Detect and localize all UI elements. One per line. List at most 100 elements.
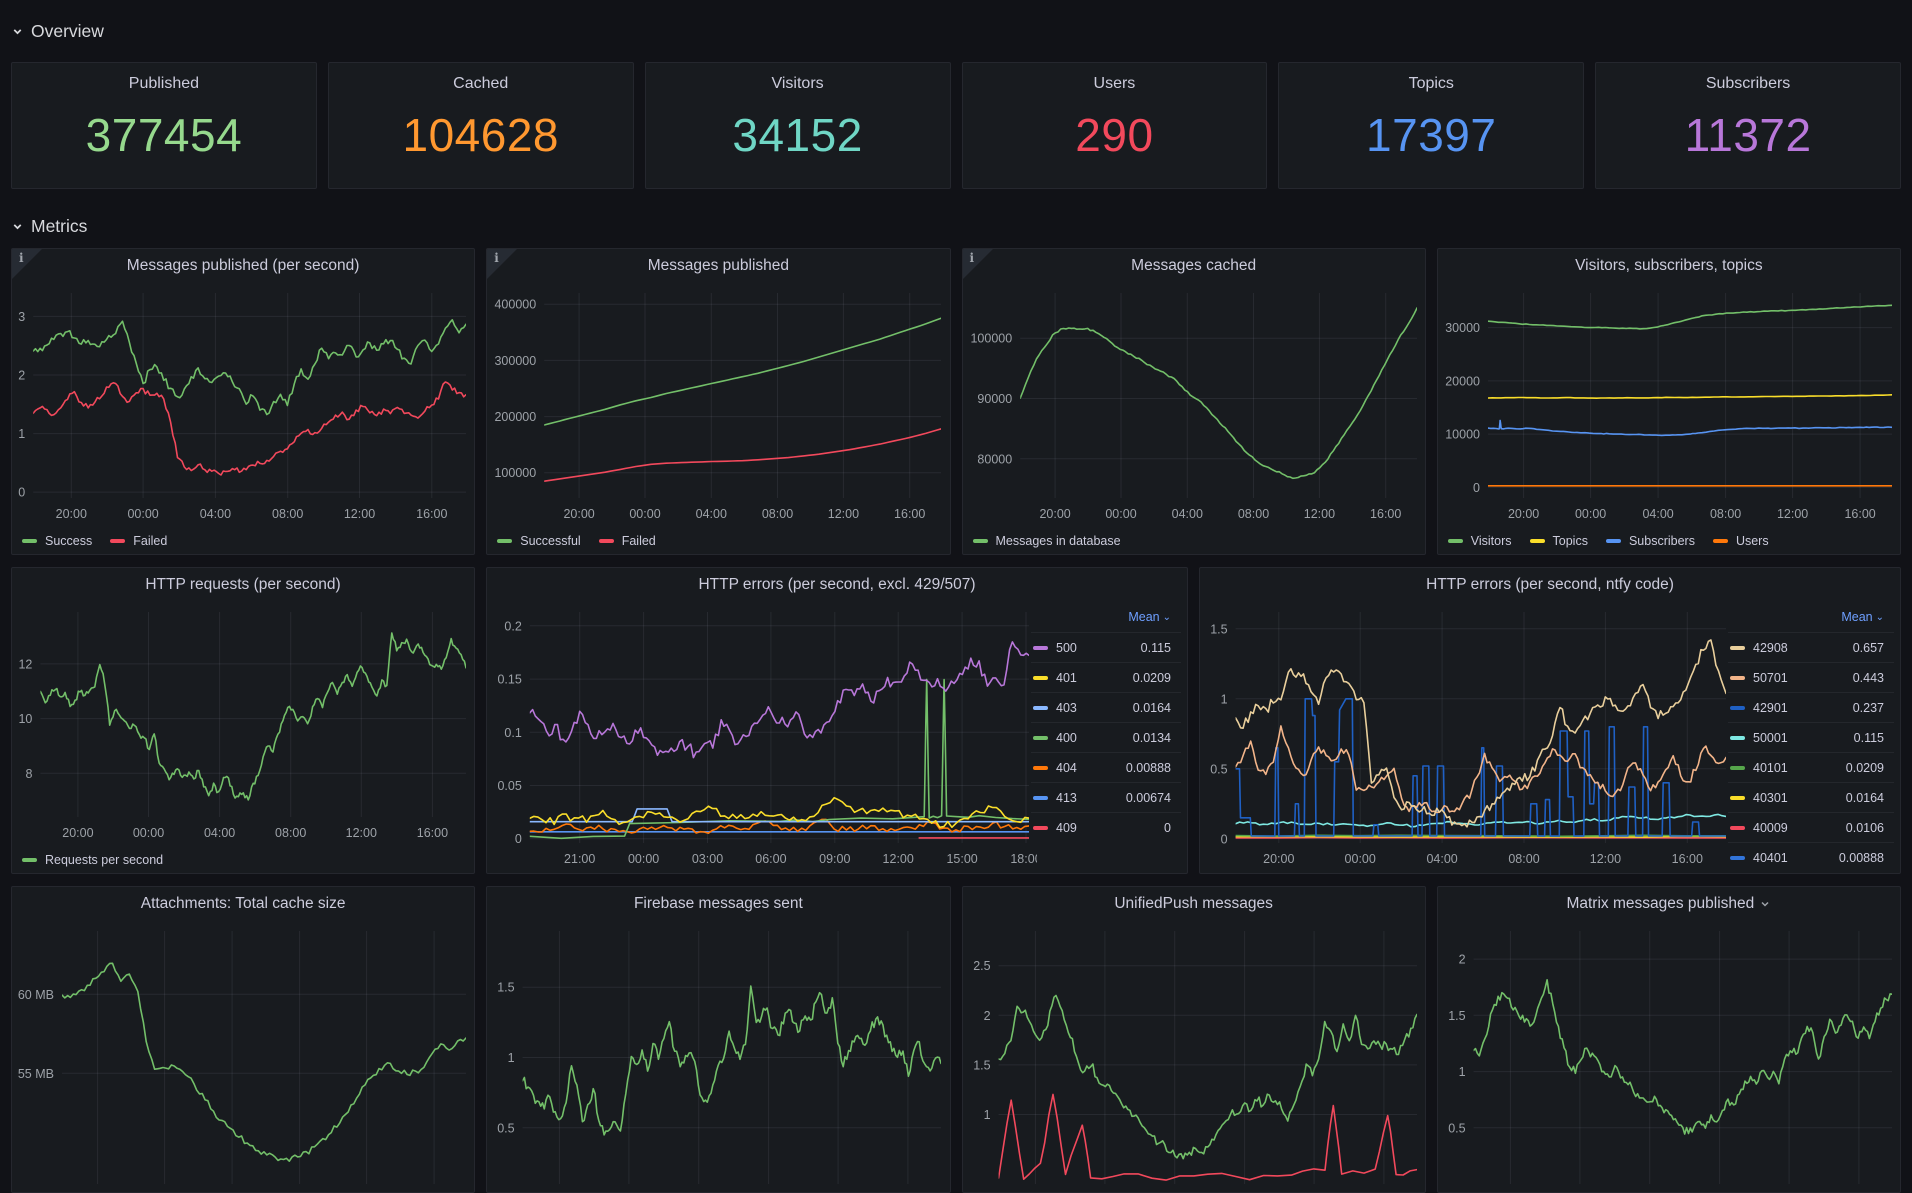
legend-row[interactable]: 4010.0209 [1031, 662, 1181, 692]
chevron-down-icon [11, 220, 24, 233]
svg-text:90000: 90000 [977, 392, 1012, 406]
panel-title[interactable]: HTTP errors (per second, excl. 429/507) [487, 568, 1187, 602]
legend-item[interactable]: Subscribers [1606, 534, 1695, 548]
legend-row[interactable]: 429010.237 [1728, 692, 1894, 722]
legend-row[interactable]: 4000.0134 [1031, 722, 1181, 752]
legend-swatch [1730, 706, 1745, 710]
stat-title[interactable]: Published [129, 75, 199, 93]
stat-title[interactable]: Visitors [771, 75, 823, 93]
svg-text:400000: 400000 [495, 298, 537, 312]
stat-title[interactable]: Cached [453, 75, 508, 93]
svg-text:20000: 20000 [1445, 374, 1480, 388]
section-title: Metrics [31, 216, 87, 237]
legend-swatch [599, 539, 614, 543]
svg-text:16:00: 16:00 [417, 826, 448, 840]
svg-text:0.1: 0.1 [504, 726, 521, 740]
legend-item[interactable]: Visitors [1448, 534, 1512, 548]
svg-text:00:00: 00:00 [1575, 507, 1606, 521]
svg-text:00:00: 00:00 [133, 826, 164, 840]
svg-text:08:00: 08:00 [762, 507, 793, 521]
legend-row[interactable]: 403010.0164 [1728, 782, 1894, 812]
legend-item[interactable]: Successful [497, 534, 580, 548]
legend-mean-sort[interactable]: Mean⌄ [1031, 602, 1181, 632]
legend-series-name: 42908 [1753, 641, 1788, 655]
chevron-down-icon: ⌄ [1876, 612, 1884, 623]
svg-text:00:00: 00:00 [628, 852, 659, 866]
chart-row-3: Attachments: Total cache size55 MB60 MB … [11, 886, 1901, 1193]
legend-swatch [973, 539, 988, 543]
legend-swatch [1730, 646, 1745, 650]
svg-text:100000: 100000 [495, 466, 537, 480]
legend-item[interactable]: Requests per second [22, 853, 163, 867]
legend-row[interactable]: 401010.0209 [1728, 752, 1894, 782]
legend-series-name: 40009 [1753, 821, 1788, 835]
legend-swatch [1606, 539, 1621, 543]
panel-messages-published: Messages publishedi100000200000300000400… [486, 248, 950, 555]
panel-title[interactable]: HTTP requests (per second) [12, 568, 474, 602]
section-header-overview[interactable]: Overview [11, 16, 1901, 46]
panel-title[interactable]: Visitors, subscribers, topics [1438, 249, 1900, 283]
svg-text:0.5: 0.5 [1448, 1121, 1465, 1135]
legend-swatch [1730, 676, 1745, 680]
legend-row[interactable]: 404010.00888 [1728, 842, 1894, 872]
legend-row[interactable]: 429080.657 [1728, 632, 1894, 662]
section-header-metrics[interactable]: Metrics [11, 211, 1901, 241]
svg-text:1: 1 [508, 1051, 515, 1065]
stat-title[interactable]: Topics [1409, 75, 1454, 93]
svg-text:0: 0 [1221, 832, 1228, 846]
legend-item[interactable]: Topics [1530, 534, 1588, 548]
panel-title[interactable]: Matrix messages published [1438, 887, 1900, 921]
panel-info-corner[interactable] [12, 249, 42, 279]
legend-row[interactable]: 400090.0106 [1728, 812, 1894, 842]
panel-unifiedpush-messages: UnifiedPush messages11.522.5 [962, 886, 1426, 1193]
panel-title[interactable]: UnifiedPush messages [963, 887, 1425, 921]
legend-item[interactable]: Users [1713, 534, 1769, 548]
svg-text:0: 0 [1473, 481, 1480, 495]
legend-series-name: 50701 [1753, 671, 1788, 685]
svg-text:04:00: 04:00 [1642, 507, 1673, 521]
svg-text:2: 2 [983, 1009, 990, 1023]
legend-row[interactable]: 4040.00888 [1031, 752, 1181, 782]
legend-item[interactable]: Success [22, 534, 92, 548]
panel-info-corner[interactable] [487, 249, 517, 279]
panel-info-corner[interactable] [963, 249, 993, 279]
legend-row[interactable]: 4090 [1031, 812, 1181, 842]
panel-title[interactable]: Messages published [487, 249, 949, 283]
legend-mean-value: 0 [1077, 821, 1171, 835]
svg-text:3: 3 [18, 310, 25, 324]
legend-row[interactable]: 507010.443 [1728, 662, 1894, 692]
svg-text:09:00: 09:00 [819, 852, 850, 866]
legend-row[interactable]: 500010.115 [1728, 722, 1894, 752]
legend-series-name: 400 [1056, 731, 1077, 745]
svg-text:00:00: 00:00 [1105, 507, 1136, 521]
svg-text:06:00: 06:00 [755, 852, 786, 866]
legend-row[interactable]: 4030.0164 [1031, 692, 1181, 722]
legend-row[interactable]: 5000.115 [1031, 632, 1181, 662]
svg-text:10000: 10000 [1445, 428, 1480, 442]
svg-text:1.5: 1.5 [1448, 1009, 1465, 1023]
legend-mean-value: 0.115 [1788, 731, 1884, 745]
panel-title[interactable]: Firebase messages sent [487, 887, 949, 921]
legend-mean-sort[interactable]: Mean⌄ [1728, 602, 1894, 632]
stat-title[interactable]: Subscribers [1706, 75, 1790, 93]
panel-title[interactable]: Attachments: Total cache size [12, 887, 474, 921]
legend-series-name: 40401 [1753, 851, 1788, 865]
legend-item[interactable]: Failed [110, 534, 167, 548]
panel-title[interactable]: Messages cached [963, 249, 1425, 283]
panel-title[interactable]: Messages published (per second) [12, 249, 474, 283]
legend-row[interactable]: 4130.00674 [1031, 782, 1181, 812]
legend-item[interactable]: Failed [599, 534, 656, 548]
panel-title[interactable]: HTTP errors (per second, ntfy code) [1200, 568, 1900, 602]
chart-canvas: 00.511.520:0000:0004:0008:0012:0016:00 [1200, 602, 1734, 873]
stat-title[interactable]: Users [1094, 75, 1136, 93]
svg-text:20:00: 20:00 [564, 507, 595, 521]
panel-title-text: Messages published [648, 257, 789, 275]
legend-swatch [1033, 766, 1048, 770]
panel-title-text: HTTP errors (per second, ntfy code) [1426, 576, 1674, 594]
legend-swatch [1033, 826, 1048, 830]
legend-swatch [1033, 646, 1048, 650]
legend-swatch [1033, 706, 1048, 710]
legend-item[interactable]: Messages in database [973, 534, 1121, 548]
svg-text:1.5: 1.5 [497, 981, 514, 995]
svg-text:1.5: 1.5 [1210, 622, 1227, 636]
